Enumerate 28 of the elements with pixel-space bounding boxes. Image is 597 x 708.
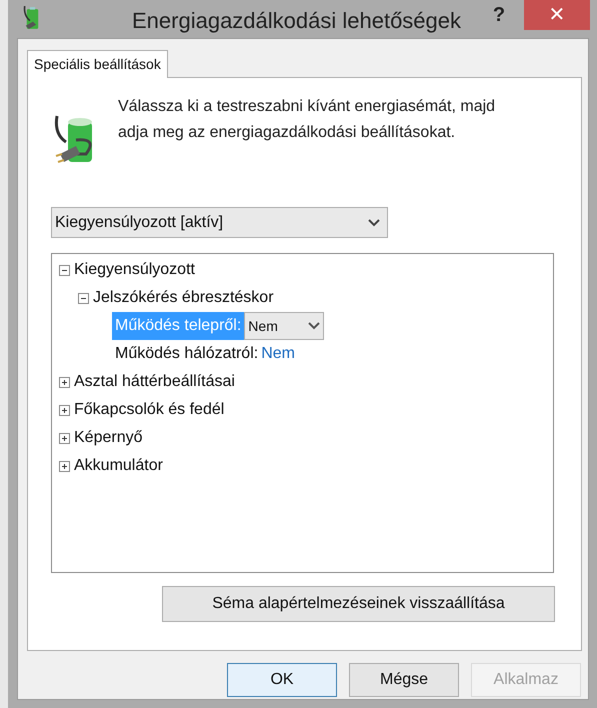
dialog-button[interactable]: OK — [227, 663, 337, 697]
tab[interactable]: Speciális beállítások — [27, 50, 168, 78]
tree-item[interactable]: Akkumulátor — [74, 454, 163, 478]
value-dropdown[interactable]: Nem — [244, 312, 324, 340]
plan-dropdown[interactable]: Kiegyensúlyozott [aktív] — [51, 207, 388, 238]
reset-button[interactable]: Séma alapértelmezéseinek visszaállítása — [162, 586, 555, 622]
chevron-down-icon — [367, 218, 381, 228]
collapse-icon[interactable] — [59, 264, 70, 276]
instruction-text: Válassza ki a testreszabni kívánt energiasémát, majd adja meg az energiagazdálkodási beállításokat. — [118, 97, 496, 143]
expand-icon[interactable] — [59, 376, 70, 388]
setting-label[interactable]: Működés hálózatról: — [112, 342, 262, 366]
expand-icon[interactable] — [59, 460, 70, 472]
close-button[interactable]: ✕ — [524, 0, 590, 30]
expand-icon[interactable] — [59, 404, 70, 416]
expand-icon[interactable] — [59, 432, 70, 444]
value-link[interactable]: Nem — [261, 342, 295, 366]
tree-item[interactable]: Főkapcsolók és fedél — [74, 398, 224, 422]
tree-item[interactable]: Jelszókérés ébresztéskor — [93, 286, 274, 310]
window-title: Energiagazdálkodási lehetőségek — [132, 7, 462, 35]
dropdown-value: Nem — [248, 316, 278, 336]
dropdown-value: Kiegyensúlyozott [aktív] — [55, 212, 224, 232]
tree-item[interactable]: Asztal háttérbeállításai — [74, 370, 235, 394]
tree-item[interactable]: Képernyő — [74, 426, 142, 450]
chevron-down-icon — [308, 322, 320, 330]
dialog-button[interactable]: Mégse — [349, 663, 459, 697]
help-button[interactable]: ? — [488, 0, 510, 28]
collapse-icon[interactable] — [78, 292, 89, 304]
tree-item[interactable]: Kiegyensúlyozott — [74, 258, 195, 282]
